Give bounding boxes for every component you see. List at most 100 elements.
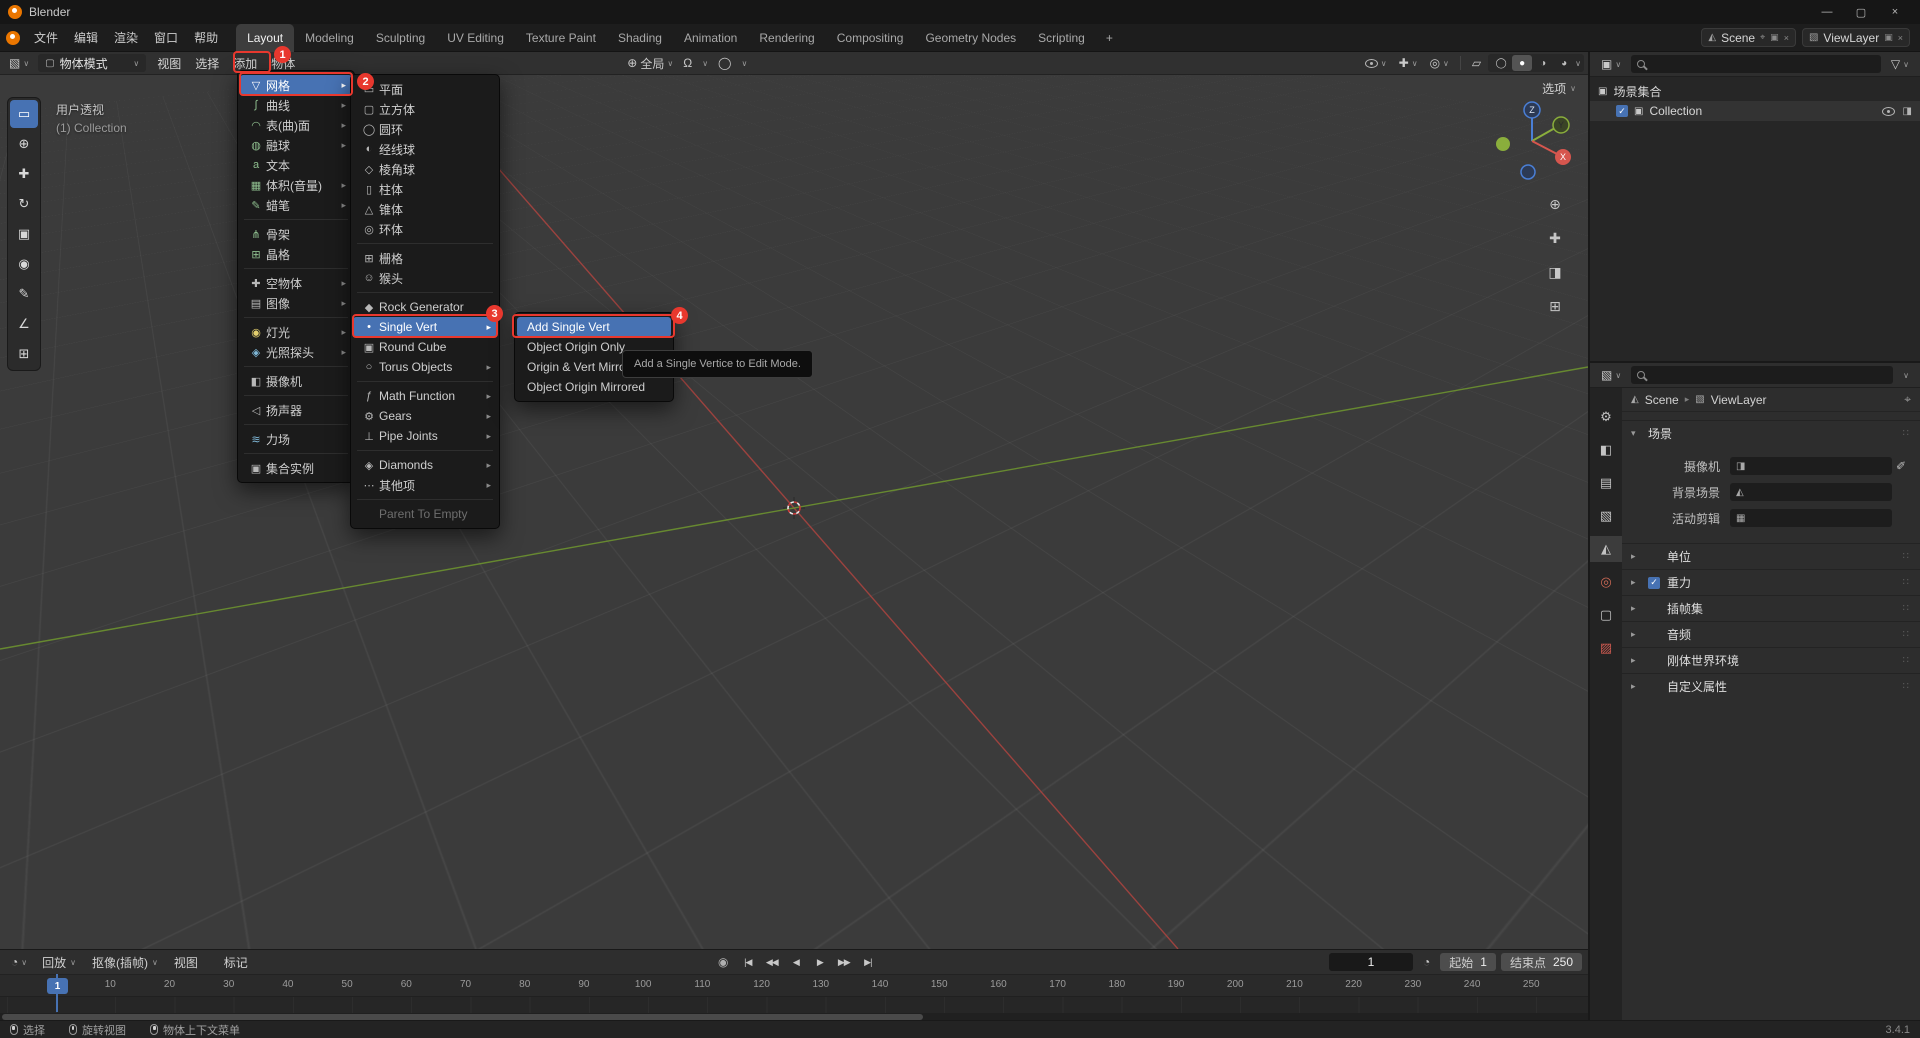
menu-item[interactable]: ◈ 光照探头 ▸ (240, 342, 352, 367)
menu-item[interactable]: ≋ 力场 ▸ (240, 429, 352, 454)
gizmos-dropdown[interactable]: ✚ ∨ (1394, 54, 1423, 72)
editor-type-button[interactable]: ▧ ∨ (4, 54, 34, 72)
menu-item[interactable]: Parent To Empty ▸ (353, 504, 497, 524)
outliner-scene-collection-row[interactable]: ▣ 场景集合 (1590, 81, 1920, 101)
property-field[interactable]: ◭ (1730, 483, 1892, 501)
viewlayer-selector[interactable]: ▧ ViewLayer ▣ × (1801, 28, 1910, 47)
properties-search[interactable] (1631, 366, 1894, 384)
scene-section-header[interactable]: ▾ 场景 ∷ (1622, 420, 1920, 446)
maximize-button[interactable]: ▢ (1844, 0, 1878, 24)
playback-button[interactable]: ◀ (784, 953, 807, 971)
menu-item[interactable]: ⊞ 栅格 ▸ (353, 248, 497, 268)
remove-viewlayer-icon[interactable]: × (1898, 33, 1903, 43)
menu-item[interactable]: ✎ 蜡笔 ▸ (240, 195, 352, 220)
timeline-menu[interactable]: 标记 ∨ (216, 950, 266, 974)
workspace-tab[interactable]: Texture Paint (515, 24, 607, 52)
minimize-button[interactable]: — (1810, 0, 1844, 24)
collection-exclude-checkbox[interactable]: ✓ (1616, 105, 1628, 117)
close-button[interactable]: × (1878, 0, 1912, 24)
timeline-menu[interactable]: 抠像(插帧) ∨ (84, 950, 166, 974)
disable-in-render-camera-icon[interactable]: ◨ (1903, 106, 1912, 117)
texture-tab[interactable]: ▨ (1590, 635, 1622, 661)
auto-keying-toggle[interactable]: ◉ (712, 953, 734, 971)
workspace-tab[interactable]: Geometry Nodes (914, 24, 1027, 52)
timeline-editor-type-button[interactable]: ◔ ∨ (6, 953, 32, 971)
hide-in-viewport-eye-icon[interactable] (1881, 106, 1895, 116)
add-cube-tool[interactable]: ⊞ (10, 340, 38, 368)
snap-settings-dropdown[interactable]: ∨ (697, 54, 713, 72)
menu-item[interactable]: ⚙ Gears ▸ (353, 406, 497, 426)
timeline-ruler[interactable]: 10 20 30 40 50 60 70 80 90 100 110 120 130 140 150 160 1… (0, 974, 1588, 996)
properties-section-header[interactable]: ▸ ✓ 单位 ∷ (1622, 543, 1920, 569)
viewport-menu[interactable]: 选择 (188, 54, 226, 72)
ortho-grid-icon[interactable]: ⊞ (1544, 295, 1566, 317)
properties-editor-type-button[interactable]: ▧ ∨ (1596, 366, 1626, 384)
menu-item[interactable]: a 文本 ▸ (240, 155, 352, 175)
move-tool[interactable]: ✚ (10, 160, 38, 188)
pin-scene-icon[interactable]: ⌖ (1760, 32, 1765, 43)
properties-section-header[interactable]: ▸ ✓ 刚体世界环境 ∷ (1622, 647, 1920, 673)
view-layer-tab[interactable]: ▧ (1590, 503, 1622, 529)
section-checkbox[interactable]: ✓ (1648, 576, 1660, 589)
object-visibility-dropdown[interactable]: ∨ (1360, 54, 1392, 72)
material-shading-button[interactable]: ◑ (1533, 55, 1553, 71)
output-tab[interactable]: ▤ (1590, 470, 1622, 496)
menu-item[interactable]: Add Single Vert (517, 317, 671, 337)
menu-item[interactable]: ⋔ 骨架 ▸ (240, 224, 352, 244)
menu-item[interactable]: • Single Vert ▸ (353, 317, 497, 337)
menu-item[interactable]: ◇ 棱角球 ▸ (353, 159, 497, 179)
workspace-tab[interactable]: Scripting (1027, 24, 1096, 52)
properties-filter-button[interactable]: ∨ (1898, 366, 1914, 384)
tool-tab[interactable]: ⚙ (1590, 404, 1622, 430)
scene-selector[interactable]: ◭ Scene ⌖ ▣ × (1701, 28, 1796, 47)
unlink-scene-icon[interactable]: × (1784, 33, 1789, 43)
property-field[interactable]: ▦ (1730, 509, 1892, 527)
menu-item[interactable]: ◆ Rock Generator ▸ (353, 297, 497, 317)
workspace-tab[interactable]: Animation (673, 24, 748, 52)
menu-item[interactable]: ƒ Math Function ▸ (353, 386, 497, 406)
menu-item[interactable]: Object Origin Mirrored (517, 377, 671, 397)
new-viewlayer-icon[interactable]: ▣ (1884, 32, 1893, 43)
menu-item[interactable]: ▣ Round Cube ▸ (353, 337, 497, 357)
workspace-tab[interactable]: Sculpting (365, 24, 436, 52)
app-menu[interactable]: 窗口 (146, 24, 186, 52)
menu-item[interactable]: ◎ 环体 ▸ (353, 219, 497, 244)
select-box-tool[interactable]: ▭ (10, 100, 38, 128)
menu-item[interactable]: ▽ 网格 ▸ (240, 75, 352, 95)
app-menu[interactable]: 文件 (26, 24, 66, 52)
menu-item[interactable]: ⊞ 晶格 ▸ (240, 244, 352, 269)
frame-start-field[interactable]: 起始 1 (1440, 953, 1496, 971)
new-scene-icon[interactable]: ▣ (1770, 32, 1779, 43)
mode-selector[interactable]: ▢ 物体模式 ∨ (38, 54, 147, 72)
overlays-dropdown[interactable]: ◎ ∨ (1425, 54, 1454, 72)
app-menu[interactable]: 帮助 (186, 24, 226, 52)
workspace-tab[interactable]: Compositing (826, 24, 915, 52)
menu-item[interactable]: ◧ 摄像机 ▸ (240, 371, 352, 396)
menu-item[interactable]: ∫ 曲线 ▸ (240, 95, 352, 115)
camera-view-icon[interactable]: ◨ (1544, 261, 1566, 283)
menu-item[interactable]: ○ Torus Objects ▸ (353, 357, 497, 382)
menu-item[interactable]: ☺ 猴头 ▸ (353, 268, 497, 293)
properties-section-header[interactable]: ▸ ✓ 插帧集 ∷ (1622, 595, 1920, 621)
proportional-edit-toggle[interactable]: ◯ (713, 54, 736, 72)
menu-item[interactable]: ◁ 扬声器 ▸ (240, 400, 352, 425)
menu-item[interactable]: ▢ 立方体 ▸ (353, 99, 497, 119)
frame-end-field[interactable]: 结束点 250 (1500, 953, 1582, 971)
menu-item[interactable]: ▤ 图像 ▸ (240, 293, 352, 318)
options-dropdown[interactable]: 选项 ∨ (1542, 80, 1576, 97)
app-menu[interactable]: 渲染 (106, 24, 146, 52)
playback-button[interactable]: |◀ (736, 953, 759, 971)
property-field[interactable]: ◨ (1730, 457, 1892, 475)
menu-item[interactable]: ◠ 表(曲)面 ▸ (240, 115, 352, 135)
viewport-menu[interactable]: 视图 (150, 54, 188, 72)
menu-item[interactable]: ✚ 空物体 ▸ (240, 273, 352, 293)
zoom-icon[interactable]: ⊕ (1544, 193, 1566, 215)
workspace-tab[interactable]: UV Editing (436, 24, 515, 52)
drag-handle-icon[interactable]: ∷ (1903, 603, 1911, 614)
properties-section-header[interactable]: ▸ ✓ 重力 ∷ (1622, 569, 1920, 595)
object-tab[interactable]: ▢ (1590, 602, 1622, 628)
menu-item[interactable]: △ 锥体 ▸ (353, 199, 497, 219)
breadcrumb-scene[interactable]: Scene (1645, 393, 1679, 407)
playback-button[interactable]: ▶| (856, 953, 879, 971)
transform-tool[interactable]: ◉ (10, 250, 38, 278)
